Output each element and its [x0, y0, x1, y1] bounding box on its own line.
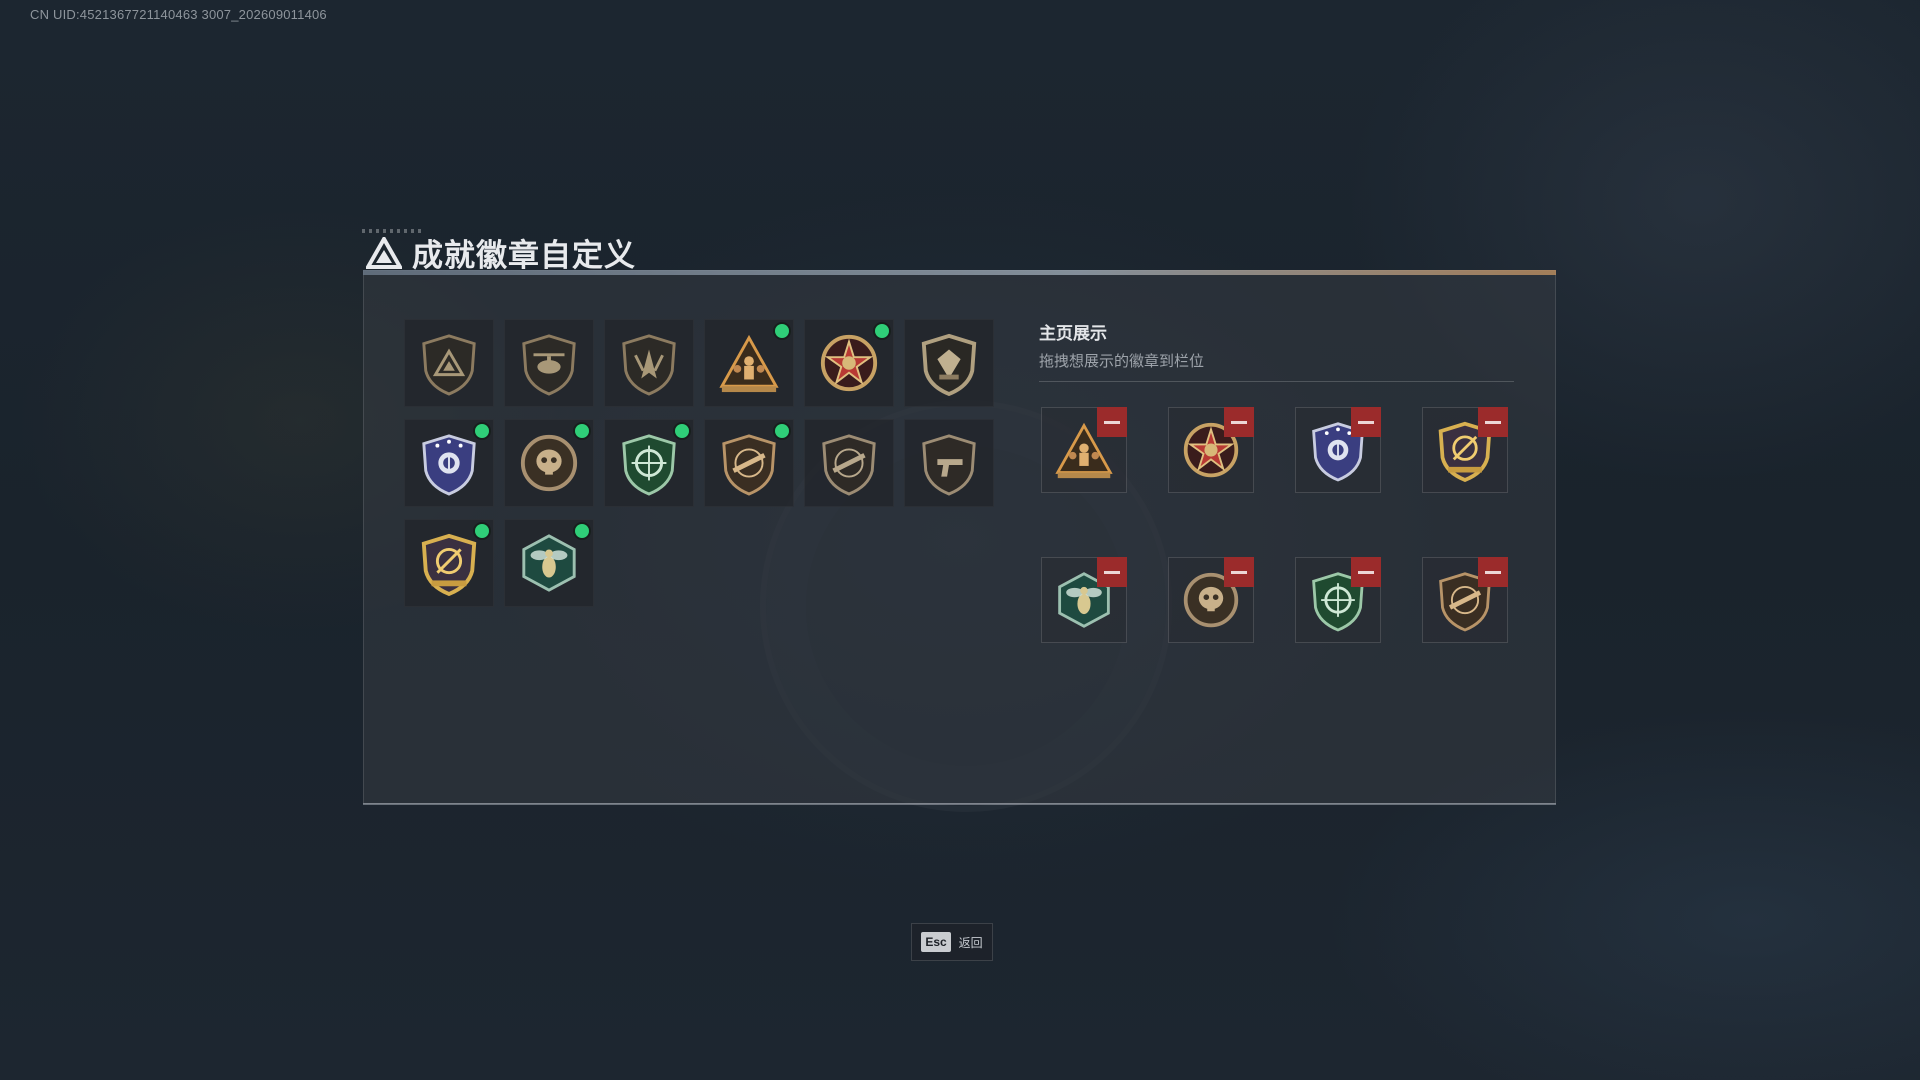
equipped-indicator [775, 424, 789, 438]
showcase-slot[interactable] [1168, 557, 1254, 643]
gold-crosshair-badge-icon [421, 533, 477, 596]
remove-badge-button[interactable] [1224, 407, 1254, 437]
equipped-indicator [575, 424, 589, 438]
page-title: 成就徽章自定义 [412, 238, 636, 274]
star-medal-badge-icon [820, 334, 878, 392]
triangle-logo-badge-icon [422, 334, 476, 396]
wings-shield-badge-icon [622, 334, 676, 396]
emblem-shield-badge-icon [921, 333, 977, 396]
soldiers-triangle-badge-icon [719, 334, 779, 393]
badge-slot[interactable] [404, 319, 494, 407]
remove-badge-button[interactable] [1097, 557, 1127, 587]
badge-slot[interactable] [504, 319, 594, 407]
equipped-indicator [575, 524, 589, 538]
police-shield-badge-icon [422, 434, 476, 496]
minus-icon [1104, 420, 1120, 424]
minus-icon [1485, 570, 1501, 574]
panel-top-bar [363, 270, 1556, 275]
homepage-showcase: 主页展示 拖拽想展示的徽章到栏位 [1039, 319, 1514, 643]
badge-slot[interactable] [604, 319, 694, 407]
showcase-hint: 拖拽想展示的徽章到栏位 [1039, 352, 1205, 370]
badge-slot[interactable] [804, 319, 894, 407]
minus-icon [1358, 420, 1374, 424]
showcase-slot[interactable] [1422, 557, 1508, 643]
badge-slot[interactable] [404, 419, 494, 507]
minus-icon [1231, 420, 1247, 424]
showcase-divider [1039, 381, 1514, 382]
remove-badge-button[interactable] [1351, 557, 1381, 587]
showcase-slot[interactable] [1041, 407, 1127, 493]
badge-slot[interactable] [504, 419, 594, 507]
remove-badge-button[interactable] [1224, 557, 1254, 587]
back-button[interactable]: Esc 返回 [911, 923, 993, 961]
remove-badge-button[interactable] [1351, 407, 1381, 437]
badge-slot[interactable] [404, 519, 494, 607]
helicopter-badge-icon [522, 334, 576, 396]
rifle-shield-badge-icon [722, 434, 776, 496]
badge-slot[interactable] [804, 419, 894, 507]
esc-key-hint: Esc [921, 932, 951, 952]
showcase-slot-grid [1041, 407, 1508, 643]
green-crosshair-badge-icon [622, 434, 676, 496]
badge-customization-panel: 主页展示 拖拽想展示的徽章到栏位 [363, 270, 1556, 805]
equipped-indicator [675, 424, 689, 438]
badge-slot[interactable] [904, 319, 994, 407]
showcase-slot[interactable] [1295, 407, 1381, 493]
minus-icon [1104, 570, 1120, 574]
equipped-indicator [475, 424, 489, 438]
remove-badge-button[interactable] [1478, 407, 1508, 437]
showcase-heading: 主页展示 [1039, 324, 1107, 344]
badge-inventory-grid [404, 319, 994, 607]
badge-slot[interactable] [704, 319, 794, 407]
equipped-indicator [775, 324, 789, 338]
showcase-slot[interactable] [1168, 407, 1254, 493]
minus-icon [1358, 570, 1374, 574]
minus-icon [1231, 570, 1247, 574]
triangle-logo-icon [366, 236, 402, 269]
remove-badge-button[interactable] [1478, 557, 1508, 587]
panel-bottom-line [363, 803, 1556, 805]
showcase-slot[interactable] [1041, 557, 1127, 643]
showcase-slot[interactable] [1422, 407, 1508, 493]
minus-icon [1485, 420, 1501, 424]
showcase-slot[interactable] [1295, 557, 1381, 643]
rifle-shield-dark-badge-icon [822, 434, 876, 496]
back-label: 返回 [958, 935, 983, 950]
equipped-indicator [875, 324, 889, 338]
skull-round-badge-icon [520, 434, 578, 492]
badge-slot[interactable] [704, 419, 794, 507]
panel-header: 成就徽章自定义 [366, 230, 636, 275]
badge-slot[interactable] [504, 519, 594, 607]
badge-slot[interactable] [604, 419, 694, 507]
equipped-indicator [475, 524, 489, 538]
hornet-hexagon-badge-icon [522, 534, 576, 592]
badge-slot[interactable] [904, 419, 994, 507]
remove-badge-button[interactable] [1097, 407, 1127, 437]
pistol-shield-badge-icon [922, 434, 976, 496]
uid-label: CN UID:4521367721140463 3007_20260901140… [30, 7, 327, 22]
